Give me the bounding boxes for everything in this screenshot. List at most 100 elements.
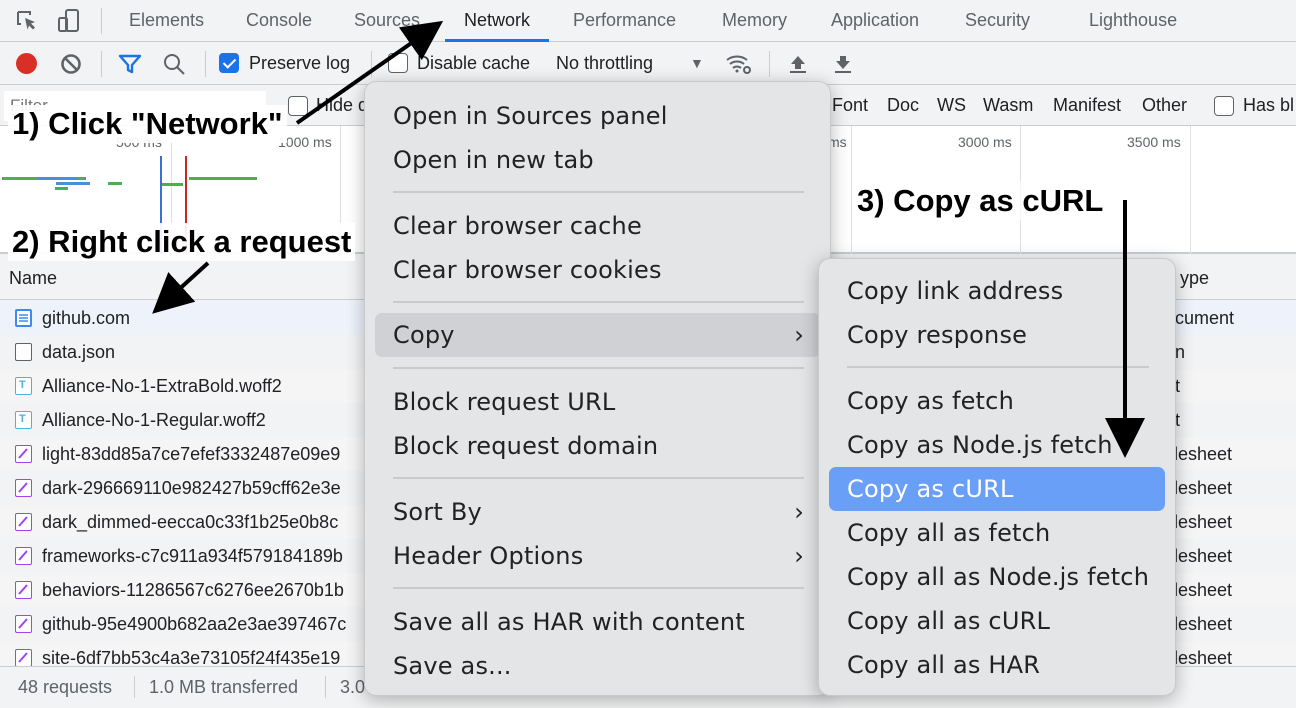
tab-security[interactable]: Security — [965, 0, 1030, 42]
timeline-bar — [55, 187, 68, 190]
timeline-bar — [78, 177, 86, 180]
filter-icon — [118, 54, 142, 74]
menu-item-copy-all-as-nodejs-fetch[interactable]: Copy all as Node.js fetch — [819, 555, 1175, 599]
tab-lighthouse[interactable]: Lighthouse — [1089, 0, 1177, 42]
annotation-step-2: 2) Right click a request — [8, 223, 356, 261]
column-header-name[interactable]: Name — [9, 256, 57, 300]
devtools-tab-bar: Elements Console Sources Network Perform… — [0, 0, 1296, 42]
stylesheet-icon — [15, 445, 32, 463]
column-header-type[interactable]: ype — [1180, 256, 1209, 300]
menu-separator — [393, 191, 804, 193]
annotation-step-3: 3) Copy as cURL — [853, 182, 1108, 220]
menu-item-copy-link-address[interactable]: Copy link address — [819, 269, 1175, 313]
tab-sources[interactable]: Sources — [354, 0, 420, 42]
request-name: dark-296669110e982427b59cff62e3e — [42, 478, 341, 498]
block-icon — [61, 54, 81, 74]
record-button[interactable] — [16, 53, 37, 74]
menu-item-save-as[interactable]: Save as... — [365, 644, 830, 688]
export-har-button[interactable] — [833, 53, 853, 80]
filter-type-doc[interactable]: Doc — [887, 85, 919, 125]
timeline-bar — [189, 177, 257, 180]
throttling-select[interactable]: No throttling — [556, 42, 653, 84]
menu-separator — [393, 477, 804, 479]
filter-type-font[interactable]: Font — [832, 85, 868, 125]
device-toolbar-icon[interactable] — [56, 8, 82, 34]
menu-item-block-request-url[interactable]: Block request URL — [365, 380, 830, 424]
request-name: data.json — [42, 342, 116, 362]
upload-icon — [790, 56, 806, 73]
filter-type-manifest[interactable]: Manifest — [1053, 85, 1121, 125]
request-name: frameworks-c7c911a934f579184189b — [42, 546, 343, 566]
divider — [325, 676, 326, 698]
gridline — [851, 126, 852, 254]
font-icon: T — [15, 411, 32, 429]
preserve-log-checkbox[interactable] — [219, 53, 239, 73]
transferred-size: 1.0 MB transferred — [149, 677, 299, 697]
menu-item-save-all-as-har[interactable]: Save all as HAR with content — [365, 600, 830, 644]
menu-item-label: Header Options — [393, 542, 584, 570]
filter-type-wasm[interactable]: Wasm — [983, 85, 1033, 125]
menu-item-copy-response[interactable]: Copy response — [819, 313, 1175, 357]
resources-size: 3.0 — [340, 677, 366, 697]
filter-type-other[interactable]: Other — [1142, 85, 1187, 125]
tab-console[interactable]: Console — [246, 0, 312, 42]
hide-data-urls-checkbox[interactable] — [288, 96, 308, 116]
tick-label: 3500 ms — [1127, 134, 1181, 150]
menu-item-copy[interactable]: Copy › — [375, 313, 820, 357]
divider — [101, 8, 102, 34]
menu-item-clear-browser-cache[interactable]: Clear browser cache — [365, 204, 830, 248]
tick-label: 3000 ms — [958, 134, 1012, 150]
tab-application[interactable]: Application — [831, 0, 919, 42]
disable-cache-checkbox[interactable] — [388, 53, 408, 73]
divider — [371, 51, 372, 77]
menu-item-label: Copy — [393, 321, 455, 349]
timeline-bar — [56, 182, 90, 185]
request-name: Alliance-No-1-ExtraBold.woff2 — [42, 376, 282, 396]
tab-elements[interactable]: Elements — [129, 0, 204, 42]
menu-item-copy-all-as-fetch[interactable]: Copy all as fetch — [819, 511, 1175, 555]
has-blocked-cookies-label: Has bl — [1243, 95, 1295, 115]
menu-item-copy-as-curl[interactable]: Copy as cURL — [829, 467, 1165, 511]
has-blocked-cookies-checkbox[interactable] — [1214, 96, 1234, 116]
menu-item-header-options[interactable]: Header Options › — [365, 534, 830, 578]
divider — [205, 51, 206, 77]
search-button[interactable] — [162, 52, 186, 81]
menu-item-open-in-new-tab[interactable]: Open in new tab — [365, 138, 830, 182]
inspect-element-icon[interactable] — [14, 8, 40, 34]
disable-cache-label: Disable cache — [417, 53, 531, 73]
stylesheet-icon — [15, 513, 32, 531]
request-name: Alliance-No-1-Regular.woff2 — [42, 410, 266, 430]
request-name: light-83dd85a7ce7efef3332487e09e9 — [42, 444, 341, 464]
document-icon — [15, 309, 32, 327]
tab-network[interactable]: Network — [445, 0, 550, 42]
menu-item-copy-all-as-har[interactable]: Copy all as HAR — [819, 643, 1175, 687]
filter-type-ws[interactable]: WS — [937, 85, 966, 125]
stylesheet-icon — [15, 547, 32, 565]
filter-toggle-button[interactable] — [118, 53, 142, 80]
timeline-bar — [38, 177, 78, 180]
font-icon: T — [15, 377, 32, 395]
menu-item-sort-by[interactable]: Sort By › — [365, 490, 830, 534]
preserve-log-label: Preserve log — [249, 53, 351, 73]
file-icon — [15, 343, 32, 361]
menu-item-copy-as-nodejs-fetch[interactable]: Copy as Node.js fetch — [819, 423, 1175, 467]
stylesheet-icon — [15, 649, 32, 667]
menu-separator — [393, 587, 804, 589]
download-icon — [835, 56, 851, 73]
dropdown-arrow-icon[interactable]: ▼ — [690, 42, 704, 84]
request-count: 48 requests — [18, 677, 113, 697]
menu-item-open-in-sources[interactable]: Open in Sources panel — [365, 94, 830, 138]
timeline-bar — [2, 177, 38, 180]
menu-item-copy-all-as-curl[interactable]: Copy all as cURL — [819, 599, 1175, 643]
menu-item-clear-browser-cookies[interactable]: Clear browser cookies — [365, 248, 830, 292]
network-conditions-button[interactable] — [725, 52, 753, 81]
tab-performance[interactable]: Performance — [573, 0, 676, 42]
chevron-right-icon: › — [794, 542, 804, 570]
tab-memory[interactable]: Memory — [722, 0, 787, 42]
import-har-button[interactable] — [788, 53, 808, 80]
clear-button[interactable] — [60, 53, 82, 80]
request-name: github.com — [42, 308, 131, 328]
menu-item-block-request-domain[interactable]: Block request domain — [365, 424, 830, 468]
menu-item-label: Sort By — [393, 498, 482, 526]
menu-item-copy-as-fetch[interactable]: Copy as fetch — [819, 379, 1175, 423]
